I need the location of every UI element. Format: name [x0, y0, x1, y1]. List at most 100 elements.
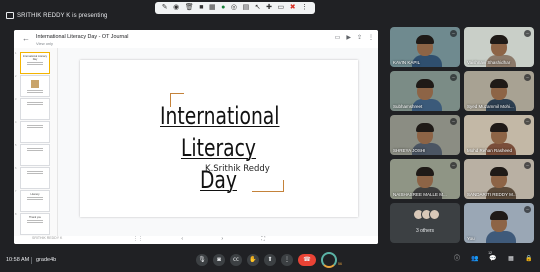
captions-icon[interactable]: ㏄ — [230, 254, 242, 266]
share-icon[interactable]: ⇪ — [357, 35, 362, 42]
thumbnail-image — [31, 80, 39, 88]
waiting-timer-icon[interactable] — [321, 252, 337, 268]
thumbnail-text-line — [26, 222, 44, 223]
fullscreen-icon[interactable]: ⛶ — [261, 236, 265, 242]
grid-icon[interactable]: ▦ — [209, 3, 216, 13]
participant-hair — [490, 123, 508, 132]
lock-icon[interactable]: 🔒 — [524, 254, 534, 264]
participant-hair — [416, 79, 434, 88]
participant-tile[interactable]: Subhamshreet ⋯ — [390, 71, 460, 111]
slide-thumbnail[interactable] — [20, 167, 50, 189]
next-slide-icon[interactable]: › — [221, 236, 223, 242]
dots-icon[interactable]: ⋮ — [301, 3, 308, 13]
bottom-bar: 10:58 AM grade4b 🎙 ◙ ㏄ ✋ ⬆ ⋮ ☎ 56 12 ⓘ 👥 💬 ▦ 🔒 — [0, 248, 540, 272]
participant-tile[interactable]: Vaishnavi Shashidhar ⋯ — [464, 27, 534, 67]
thumbnail-label: Literacy — [30, 193, 40, 196]
close-icon[interactable]: ✖ — [290, 3, 296, 13]
camera-icon[interactable]: ◙ — [213, 254, 225, 266]
raise-hand-icon[interactable]: ✋ — [247, 254, 259, 266]
participant-tile[interactable]: SANDARITI REDDY M... ⋯ — [464, 159, 534, 199]
present-icon[interactable]: ⬆ — [264, 254, 276, 266]
participant-hair — [416, 167, 434, 176]
palette-icon[interactable]: ● — [221, 3, 225, 13]
mic-muted-icon: ⋯ — [524, 118, 531, 125]
mic-muted-icon: ⋯ — [524, 206, 531, 213]
participant-grid: KAVIN KAPIL ⋯ Vaishnavi Shashidhar ⋯ Subhams… — [390, 27, 538, 247]
screen-share-icon — [6, 12, 14, 19]
mic-icon[interactable]: 🎙 — [196, 254, 208, 266]
thumbnail-text-line — [26, 148, 44, 149]
presenter-label: SRITHIK REDDY K is presenting — [17, 12, 108, 19]
play-icon[interactable]: ▶ — [346, 35, 351, 42]
participant-tile[interactable]: You ⋯ — [464, 203, 534, 243]
participant-hair — [490, 211, 508, 220]
grid-view-icon[interactable]: ⋮⋮ — [133, 236, 143, 242]
thumbnail-number: 1 — [15, 52, 17, 55]
participant-hair — [490, 79, 508, 88]
slide-thumbnail[interactable] — [20, 144, 50, 166]
decor-bracket-bottom-right — [252, 180, 284, 192]
square-icon[interactable]: ■ — [199, 3, 203, 13]
slide-thumbnail[interactable] — [20, 98, 50, 120]
thumbnail-text-line — [26, 62, 44, 63]
activities-icon[interactable]: ▦ — [506, 254, 516, 264]
thumbnail-text-line — [26, 171, 44, 172]
participant-name: Mohd Rehan Rasheed — [467, 148, 513, 153]
mic-muted-icon: ⋯ — [524, 30, 531, 37]
thumbnail-number: 2 — [15, 75, 17, 78]
slide-thumbnail[interactable]: Literacy — [20, 190, 50, 212]
others-avatars — [413, 209, 440, 220]
slide-thumbnail[interactable] — [20, 121, 50, 143]
clock: 10:58 AM — [6, 257, 30, 263]
participant-tile[interactable]: KAVIN KAPIL ⋯ — [390, 27, 460, 67]
participant-tile[interactable]: Mohd Rehan Rasheed ⋯ — [464, 115, 534, 155]
divider — [31, 257, 32, 264]
participant-tile[interactable]: SHREYA JOSHI ⋯ — [390, 115, 460, 155]
slide-canvas: International Literacy Day K.Srithik Red… — [58, 48, 378, 236]
eye-icon[interactable]: ◉ — [173, 3, 179, 13]
trash-icon[interactable]: 🗑 — [185, 3, 194, 13]
thumbnail-text-line — [26, 197, 44, 198]
slide-title-line-1: International — [160, 102, 280, 130]
plus-icon[interactable]: ✚ — [266, 3, 272, 13]
participant-name: SHREYA JOSHI — [393, 148, 426, 153]
participant-tile[interactable]: NAISHASREE MALLE M... ⋯ — [390, 159, 460, 199]
chat-icon[interactable]: 💬 — [488, 254, 498, 264]
thumbnail-text-line — [26, 127, 44, 128]
presenting-indicator: SRITHIK REDDY K is presenting — [6, 12, 108, 19]
thumbnail-text-line — [26, 64, 44, 65]
pen-icon[interactable]: ✎ — [162, 3, 168, 13]
meeting-tools: ⓘ 👥 💬 ▦ 🔒 — [452, 254, 534, 264]
thumbnail-text-line — [26, 173, 44, 174]
mic-muted-icon: ⋯ — [450, 74, 457, 81]
thumbnail-label: International Literacy Day — [22, 55, 48, 61]
hang-up-button[interactable]: ☎ — [298, 254, 316, 266]
slide-thumbnail[interactable]: International Literacy Day — [20, 52, 50, 74]
header-icons: ▭ ▶ ⇪ ⋮ — [335, 35, 374, 42]
thumbnail-number: 7 — [15, 190, 17, 193]
cast-icon[interactable]: ▭ — [335, 35, 341, 42]
thumbnail-number: 6 — [15, 167, 17, 170]
slide: International Literacy Day K.Srithik Red… — [80, 60, 358, 217]
chart-icon[interactable]: ▤ — [243, 3, 250, 13]
ring-icon[interactable]: ◎ — [231, 3, 237, 13]
extension-toolbar: ✎ ◉ 🗑 ■ ▦ ● ◎ ▤ ↖ ✚ ▭ ✖ ⋮ — [155, 2, 315, 14]
participant-tile[interactable]: Syed Muzammil Mohi... ⋯ — [464, 71, 534, 111]
more-icon[interactable]: ⋮ — [368, 35, 374, 42]
mic-muted-icon: ⋯ — [450, 118, 457, 125]
prev-slide-icon[interactable]: ‹ — [181, 236, 183, 242]
back-arrow-icon[interactable]: ← — [22, 34, 30, 43]
arrow-icon[interactable]: ↖ — [255, 3, 261, 13]
participant-hair — [416, 123, 434, 132]
shared-screen: ← International Literacy Day - OT Journa… — [14, 30, 378, 244]
people-icon[interactable]: 👥 — [470, 254, 480, 264]
slide-thumbnail[interactable] — [20, 75, 50, 97]
info-icon[interactable]: ⓘ — [452, 254, 462, 264]
slide-thumbnail[interactable]: Thank you — [20, 213, 50, 235]
more-options-icon[interactable]: ⋮ — [281, 254, 293, 266]
others-tile[interactable]: 3 others — [390, 203, 460, 243]
thumbnail-text-line — [26, 104, 44, 105]
doc-icon[interactable]: ▭ — [278, 3, 285, 13]
slide-navigation: ⋮⋮ ‹ › ⛶ — [114, 236, 284, 242]
thumbnail-text-line — [26, 92, 44, 93]
